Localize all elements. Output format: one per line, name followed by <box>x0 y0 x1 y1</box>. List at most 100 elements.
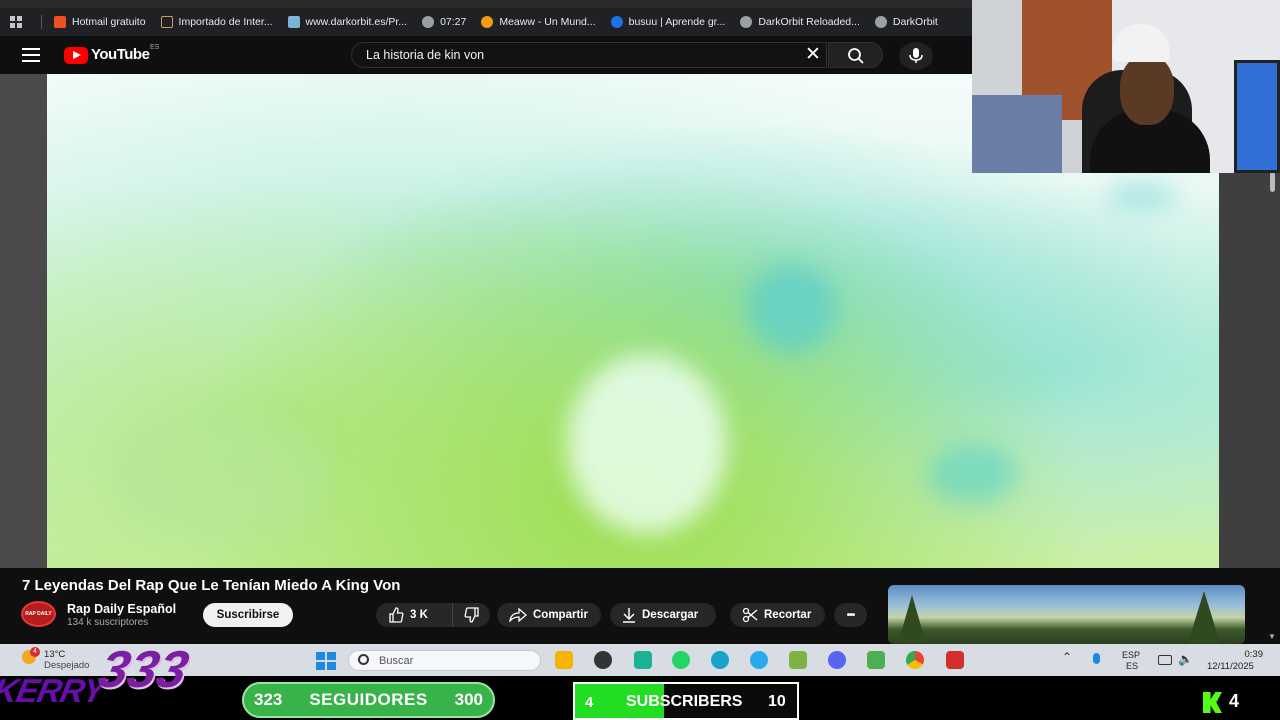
thumbnail-tree <box>1188 591 1220 643</box>
subscribers-goal: 10 <box>768 693 786 710</box>
download-button[interactable]: Descargar <box>610 603 716 627</box>
followers-current: 323 <box>254 690 283 709</box>
kick-viewer-count: 4 <box>1229 691 1240 711</box>
weather-condition[interactable]: Despejado <box>44 660 89 671</box>
taskbar-clock[interactable]: 0:39 <box>1214 649 1264 660</box>
bookmark-item[interactable]: Importado de Inter... <box>160 16 273 28</box>
followers-goal: 300 <box>454 690 483 709</box>
youtube-logo-text[interactable]: YouTube <box>91 46 150 63</box>
chevron-up-icon[interactable]: ⌃ <box>1062 650 1072 664</box>
thumbs-down-icon <box>464 607 479 623</box>
thumbnail-tree <box>898 595 926 643</box>
bookmark-item[interactable]: www.darkorbit.es/Pr... <box>287 16 407 28</box>
recommended-video-thumbnail[interactable] <box>888 585 1245 644</box>
edge-icon[interactable] <box>711 651 729 669</box>
share-button[interactable]: Compartir <box>497 603 601 627</box>
video-frame-shape <box>1107 184 1177 209</box>
chrome-icon[interactable] <box>906 651 924 669</box>
tray-microphone-icon[interactable] <box>1093 653 1100 664</box>
clear-search-icon[interactable]: ✕ <box>803 45 823 64</box>
download-icon <box>623 608 635 623</box>
channel-subscriber-count: 134 k suscriptores <box>67 617 149 628</box>
discord-icon[interactable] <box>828 651 846 669</box>
taskbar-search-placeholder: Buscar <box>379 654 414 667</box>
weather-temperature[interactable]: 13°C <box>44 649 65 660</box>
file-explorer-icon[interactable] <box>555 651 573 669</box>
hamburger-menu-icon[interactable] <box>22 48 40 62</box>
share-icon <box>509 608 527 622</box>
bookmark-label: Meaww - Un Mund... <box>499 16 596 28</box>
search-query: La historia de kin von <box>366 48 485 62</box>
globe-icon <box>740 16 753 28</box>
bookmark-item[interactable]: Hotmail gratuito <box>54 16 146 28</box>
apps-icon[interactable] <box>10 16 22 28</box>
video-frame-shape <box>747 264 837 354</box>
input-layout[interactable]: ES <box>1126 661 1138 671</box>
telegram-icon[interactable] <box>750 651 768 669</box>
share-label: Compartir <box>533 609 588 621</box>
thumbs-up-icon <box>389 607 404 623</box>
search-icon <box>848 48 864 64</box>
followers-label: SEGUIDORES <box>309 690 428 709</box>
download-label: Descargar <box>642 609 699 621</box>
bookmark-item[interactable]: busuu | Aprende gr... <box>610 16 726 28</box>
bookmark-favicon <box>481 16 494 28</box>
taskbar-date[interactable]: 12/11/2025 <box>1207 661 1254 672</box>
like-button[interactable]: 3 K <box>376 603 452 627</box>
video-frame-shape <box>567 354 727 534</box>
volume-icon[interactable]: 🔈 <box>1178 652 1193 666</box>
network-icon[interactable] <box>1158 655 1172 665</box>
youtube-logo-icon[interactable] <box>64 47 88 64</box>
streamer-brand-name: KERRY <box>0 672 108 709</box>
whatsapp-icon[interactable] <box>672 651 690 669</box>
scissors-icon <box>742 607 758 623</box>
video-frame-shape <box>107 404 327 544</box>
voice-search-button[interactable] <box>899 42 933 70</box>
bookmark-item[interactable]: Meaww - Un Mund... <box>481 16 596 28</box>
globe-icon <box>874 16 887 28</box>
bookmark-label: Importado de Inter... <box>178 16 273 28</box>
globe-icon <box>422 16 435 28</box>
input-language[interactable]: ESP <box>1122 650 1140 660</box>
bookmark-label: DarkOrbit <box>892 16 938 28</box>
country-code: ES <box>150 44 160 51</box>
windows-start-icon[interactable] <box>316 652 336 670</box>
bluestacks-icon[interactable] <box>789 651 807 669</box>
taskbar-search-input[interactable]: Buscar <box>348 650 541 671</box>
webcam-monitor <box>1234 60 1280 173</box>
weather-notification-badge: 4 <box>30 647 40 657</box>
folder-icon <box>160 16 173 28</box>
subscribers-current: 4 <box>585 694 594 711</box>
channel-name[interactable]: Rap Daily Español <box>67 602 176 616</box>
subscribe-button[interactable]: Suscribirse <box>203 603 293 627</box>
bookmark-label: busuu | Aprende gr... <box>628 16 726 28</box>
bookmark-label: 07:27 <box>440 16 467 28</box>
bookmark-item[interactable]: DarkOrbit Reloaded... <box>740 16 860 28</box>
video-frame-shape <box>927 444 1017 504</box>
bookmark-item[interactable]: 07:27 <box>422 16 466 28</box>
dislike-button[interactable] <box>452 603 490 627</box>
bookmark-label: DarkOrbit Reloaded... <box>758 16 860 28</box>
channel-avatar[interactable]: RAP DAILY <box>21 601 56 627</box>
more-actions-button[interactable]: ••• <box>834 603 867 627</box>
webcam-overlay <box>972 0 1280 173</box>
game-launcher-icon[interactable] <box>867 651 885 669</box>
game-app-icon[interactable] <box>594 651 612 669</box>
search-button[interactable] <box>828 42 883 68</box>
page-scrollbar[interactable] <box>1270 172 1275 192</box>
microphone-icon <box>909 48 923 63</box>
avatar-text: RAP DAILY <box>25 611 52 617</box>
streamer-brand-number: 333 <box>92 641 194 699</box>
more-icon: ••• <box>846 609 855 621</box>
scroll-down-arrow-icon[interactable]: ▼ <box>1268 632 1276 641</box>
search-input[interactable]: La historia de kin von <box>351 42 827 68</box>
bookmark-favicon <box>54 16 66 28</box>
bookmarks-divider <box>41 15 42 29</box>
discord-green-icon[interactable] <box>634 651 652 669</box>
like-count: 3 K <box>410 609 428 621</box>
bookmark-item[interactable]: DarkOrbit <box>874 16 938 28</box>
followers-goal-bar: 323 SEGUIDORES 300 <box>242 682 495 718</box>
clip-button[interactable]: Recortar <box>730 603 825 627</box>
media-app-icon[interactable] <box>946 651 964 669</box>
bookmark-favicon <box>287 16 300 28</box>
